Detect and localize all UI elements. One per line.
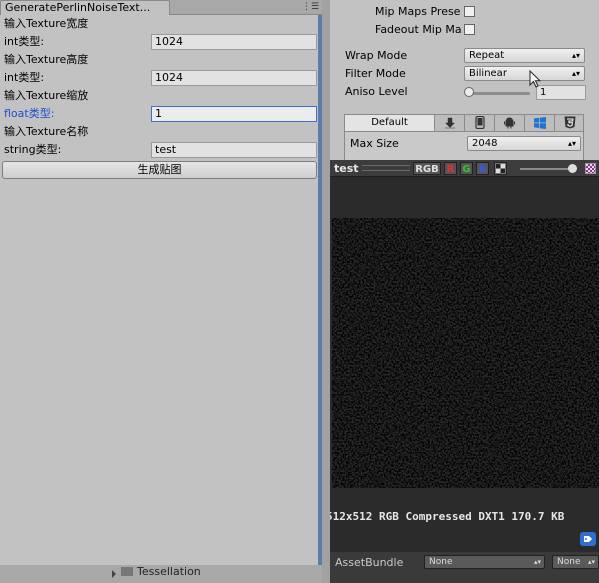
channel-r-button[interactable]: R — [444, 162, 457, 175]
project-tree-strip: Tessellation — [0, 565, 322, 583]
channel-rgb-button[interactable]: RGB — [413, 162, 441, 175]
expand-arrow-icon[interactable] — [112, 570, 116, 578]
height-type-label: int类型: — [4, 71, 45, 84]
assetbundle-name-value: None — [429, 557, 453, 567]
asset-label-tag-icon[interactable] — [580, 532, 596, 546]
dropdown-arrow-icon: ▴▾ — [571, 51, 580, 60]
texture-inspector: Mip Maps Prese Fadeout Mip Ma Wrap Mode … — [330, 0, 599, 583]
android-icon[interactable] — [495, 115, 525, 131]
filter-mode-dropdown[interactable]: Bilinear ▴▾ — [464, 66, 585, 81]
max-size-dropdown[interactable]: 2048 ▴▾ — [467, 136, 581, 151]
preview-drag-grip[interactable] — [362, 165, 410, 171]
checkerboard-alpha-icon[interactable] — [585, 163, 596, 174]
scale-input[interactable]: 1 — [151, 106, 317, 122]
assetbundle-variant-dropdown[interactable]: None ▴▾ — [552, 555, 599, 569]
max-size-label: Max Size — [350, 137, 399, 150]
assetbundle-name-dropdown[interactable]: None ▴▾ — [424, 555, 545, 569]
mip-maps-preserve-checkbox[interactable] — [464, 6, 475, 17]
assetbundle-variant-value: None — [557, 557, 581, 567]
preview-title: test — [334, 162, 359, 175]
generate-perlin-noise-window: GeneratePerlinNoiseText... ⋮☰ 输入Texture宽… — [0, 0, 322, 583]
preview-toolbar: test RGB R G B — [330, 160, 599, 177]
window-tab[interactable]: GeneratePerlinNoiseText... — [0, 0, 170, 15]
dropdown-arrow-icon: ▴▾ — [533, 558, 541, 566]
window-tab-title: GeneratePerlinNoiseText... — [5, 1, 151, 14]
assetbundle-bar: AssetBundle None ▴▾ None ▴▾ — [330, 552, 599, 583]
mobile-icon[interactable] — [465, 115, 495, 131]
height-caption: 输入Texture高度 — [4, 53, 89, 66]
platform-settings-panel: Max Size 2048 ▴▾ — [344, 132, 584, 160]
fadeout-mip-label: Fadeout Mip Ma — [375, 23, 462, 36]
channel-g-button[interactable]: G — [460, 162, 473, 175]
texture-preview-panel: test RGB R G B 512x512 RGB Compressed DX… — [330, 160, 599, 583]
platform-tab-bar: Default — [344, 114, 584, 132]
scale-type-label: float类型: — [4, 107, 55, 120]
generate-texture-button[interactable]: 生成贴图 — [2, 161, 317, 179]
filter-mode-label: Filter Mode — [345, 67, 406, 80]
texture-info-text: 512x512 RGB Compressed DXT1 170.7 KB — [330, 510, 565, 523]
width-input[interactable]: 1024 — [151, 34, 317, 50]
aniso-level-slider-track[interactable] — [467, 92, 530, 95]
mip-maps-preserve-label: Mip Maps Prese — [375, 5, 461, 18]
dropdown-arrow-icon: ▴▾ — [571, 69, 580, 78]
tab-menu-icon[interactable]: ⋮☰ — [302, 2, 319, 13]
download-icon[interactable] — [435, 115, 465, 131]
html5-icon[interactable] — [555, 115, 585, 131]
wrap-mode-label: Wrap Mode — [345, 49, 408, 62]
name-type-label: string类型: — [4, 143, 62, 156]
window-tab-bar: GeneratePerlinNoiseText... ⋮☰ — [0, 0, 322, 15]
aniso-level-label: Aniso Level — [345, 85, 408, 98]
mouse-cursor-icon — [529, 70, 541, 88]
width-type-label: int类型: — [4, 35, 45, 48]
tab-default-platform[interactable]: Default — [345, 115, 435, 131]
filter-mode-value: Bilinear — [469, 68, 507, 79]
name-input[interactable]: test — [151, 142, 317, 158]
height-input[interactable]: 1024 — [151, 70, 317, 86]
noise-texture-preview-image — [332, 218, 599, 488]
window-edge-scrollbar[interactable] — [318, 15, 322, 565]
wrap-mode-value: Repeat — [469, 50, 505, 61]
assetbundle-label: AssetBundle — [335, 556, 404, 569]
max-size-value: 2048 — [472, 138, 498, 149]
folder-icon — [121, 567, 133, 576]
alpha-channel-icon[interactable] — [494, 162, 507, 175]
windows-icon[interactable] — [525, 115, 555, 131]
fadeout-mip-checkbox[interactable] — [464, 24, 475, 35]
name-caption: 输入Texture名称 — [4, 125, 89, 138]
mip-level-slider-thumb[interactable] — [568, 164, 577, 173]
scale-caption: 输入Texture缩放 — [4, 89, 89, 102]
tree-item-tessellation[interactable]: Tessellation — [112, 565, 201, 583]
channel-b-button[interactable]: B — [476, 162, 489, 175]
dropdown-arrow-icon: ▴▾ — [587, 558, 595, 566]
dropdown-arrow-icon: ▴▾ — [567, 139, 576, 148]
aniso-level-slider-thumb[interactable] — [464, 87, 474, 97]
tree-item-label: Tessellation — [137, 565, 201, 578]
wrap-mode-dropdown[interactable]: Repeat ▴▾ — [464, 48, 585, 63]
aniso-level-input[interactable]: 1 — [536, 85, 586, 100]
width-caption: 输入Texture宽度 — [4, 17, 89, 30]
